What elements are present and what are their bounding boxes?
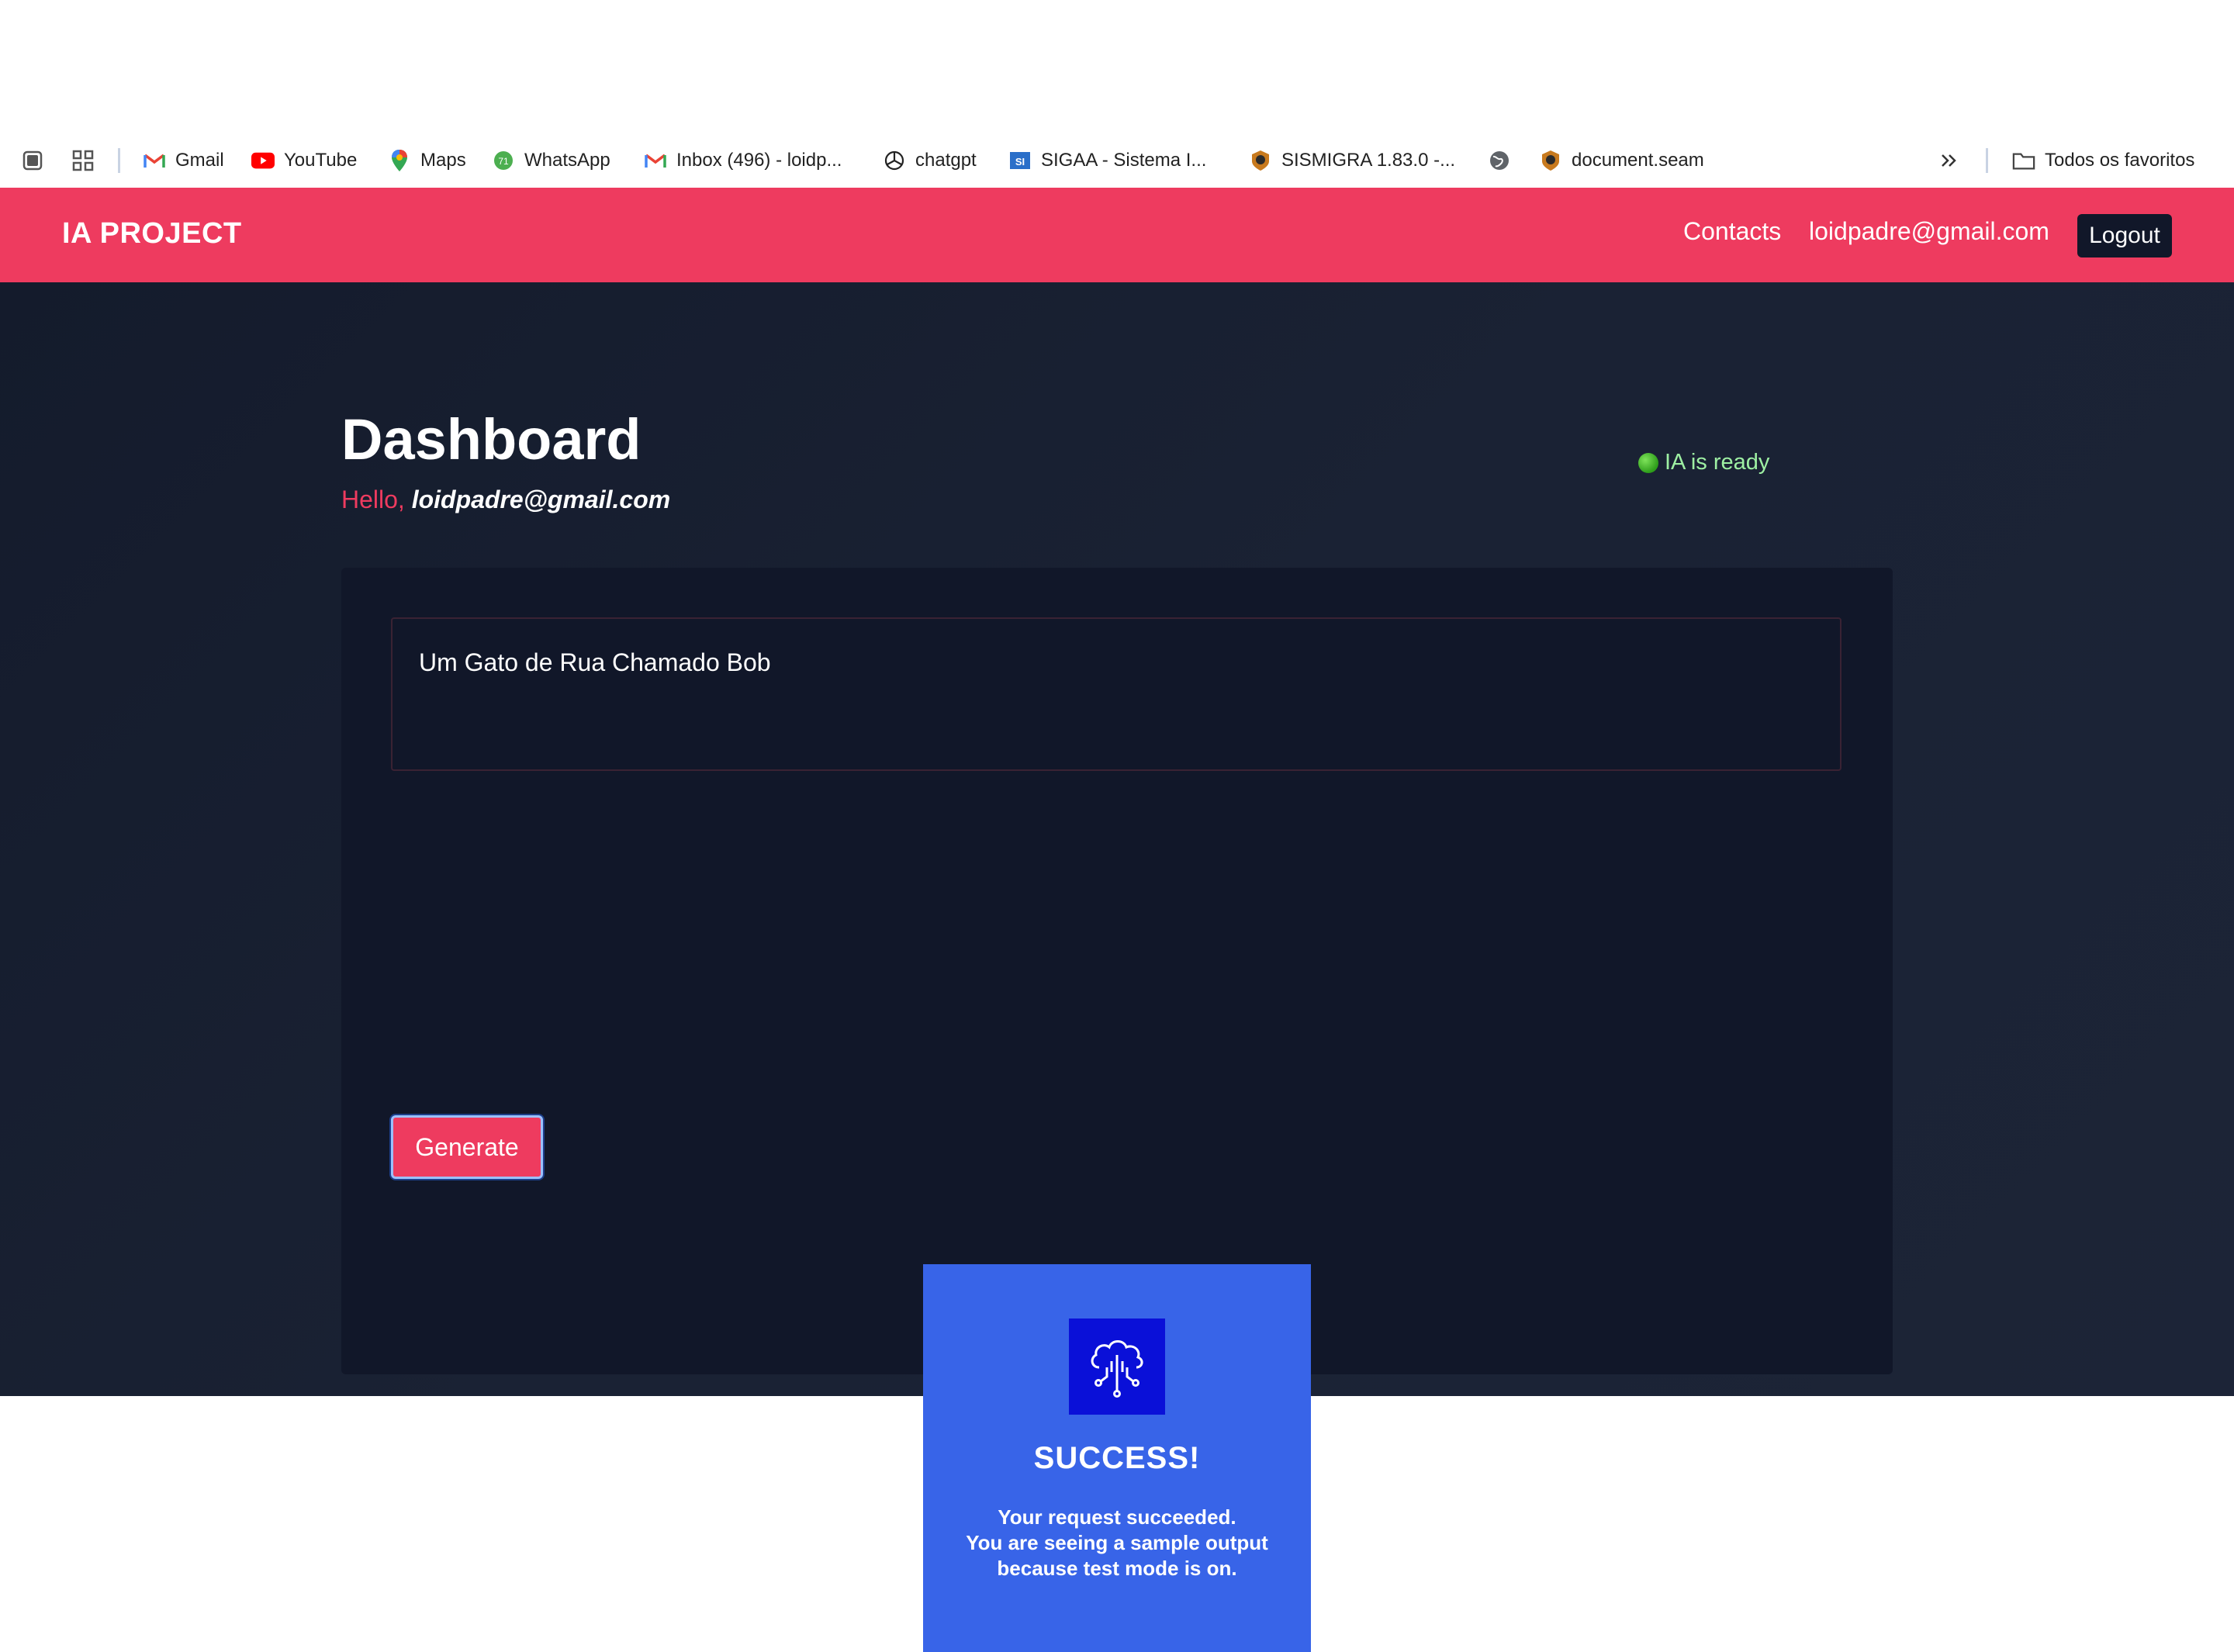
bookmark-document[interactable]: document.seam <box>1539 133 1704 188</box>
ia-status: IA is ready <box>1638 450 1769 475</box>
bookmark-label: WhatsApp <box>524 150 610 171</box>
svg-text:SI: SI <box>1015 156 1025 168</box>
main-content: Dashboard Hello, loidpadre@gmail.com IA … <box>0 282 2234 1652</box>
bookmark-label: Maps <box>420 150 466 171</box>
greeting: Hello, loidpadre@gmail.com <box>341 486 670 514</box>
gmail-icon <box>143 149 166 172</box>
sismigra-icon <box>1539 149 1562 172</box>
result-line: because test mode is on. <box>997 1557 1237 1580</box>
page-title: Dashboard <box>341 407 641 472</box>
bookmark-chatgpt[interactable]: chatgpt <box>883 133 977 188</box>
greeting-label: Hello, <box>341 486 405 513</box>
result-line: Your request succeeded. <box>998 1505 1236 1529</box>
chatgpt-icon <box>883 149 906 172</box>
bookmark-sigaa[interactable]: SI SIGAA - Sistema I... <box>1008 133 1206 188</box>
result-title: SUCCESS! <box>1033 1441 1201 1475</box>
bookmark-whatsapp[interactable]: 71 WhatsApp <box>492 133 610 188</box>
status-dot-icon <box>1638 452 1658 473</box>
bookmark-globe[interactable] <box>1488 133 1511 188</box>
all-bookmarks-folder[interactable]: Todos os favoritos <box>2012 133 2194 188</box>
bookmark-separator <box>1986 148 1988 173</box>
bookmark-label: chatgpt <box>915 150 977 171</box>
bookmark-label: YouTube <box>284 150 358 171</box>
more-bookmarks-chevron-icon[interactable] <box>1939 133 1959 188</box>
result-line: You are seeing a sample output <box>966 1531 1268 1554</box>
bookmark-separator <box>118 148 120 173</box>
folder-icon <box>2012 149 2035 172</box>
bookmark-label: document.seam <box>1572 150 1704 171</box>
tab-search-icon[interactable] <box>22 133 43 188</box>
youtube-icon <box>251 149 275 172</box>
sigaa-icon: SI <box>1008 149 1032 172</box>
whatsapp-icon: 71 <box>492 149 515 172</box>
greeting-email: loidpadre@gmail.com <box>411 486 671 513</box>
generator-card: Um Gato de Rua Chamado Bob Generate SUCC… <box>341 568 1893 1652</box>
bookmarks-bar: Gmail YouTube Maps 71 WhatsApp Inbox (49… <box>0 133 2234 188</box>
brand-logo[interactable]: IA PROJECT <box>62 217 242 251</box>
apps-grid-icon[interactable] <box>71 133 95 188</box>
svg-text:71: 71 <box>498 156 509 167</box>
result-message: Your request succeeded. You are seeing a… <box>923 1505 1311 1581</box>
status-text: IA is ready <box>1665 450 1770 475</box>
navbar: IA PROJECT Contacts loidpadre@gmail.com <box>0 188 2234 282</box>
bookmark-label: Inbox (496) - loidp... <box>676 150 842 171</box>
all-bookmarks-label: Todos os favoritos <box>2045 150 2195 171</box>
nav-user-email: loidpadre@gmail.com <box>1809 217 2049 245</box>
logout-button[interactable]: Logout <box>2077 214 2172 257</box>
bookmark-label: Gmail <box>175 150 224 171</box>
globe-icon <box>1488 149 1511 172</box>
nav-contacts-link[interactable]: Contacts <box>1683 217 1781 246</box>
bookmark-sismigra[interactable]: SISMIGRA 1.83.0 -... <box>1249 133 1455 188</box>
bookmark-youtube[interactable]: YouTube <box>251 133 357 188</box>
bookmark-label: SIGAA - Sistema I... <box>1041 150 1207 171</box>
bookmark-gmail[interactable]: Gmail <box>143 133 224 188</box>
cloud-circuit-icon <box>1069 1318 1165 1415</box>
bookmark-label: SISMIGRA 1.83.0 -... <box>1281 150 1456 171</box>
sismigra-icon <box>1249 149 1272 172</box>
prompt-textarea[interactable]: Um Gato de Rua Chamado Bob <box>391 617 1841 771</box>
gmail-icon <box>644 149 667 172</box>
result-image: SUCCESS! Your request succeeded. You are… <box>923 1264 1311 1652</box>
bookmark-inbox[interactable]: Inbox (496) - loidp... <box>644 133 842 188</box>
maps-icon <box>388 149 411 172</box>
generate-button[interactable]: Generate <box>391 1115 543 1179</box>
bookmark-maps[interactable]: Maps <box>388 133 466 188</box>
